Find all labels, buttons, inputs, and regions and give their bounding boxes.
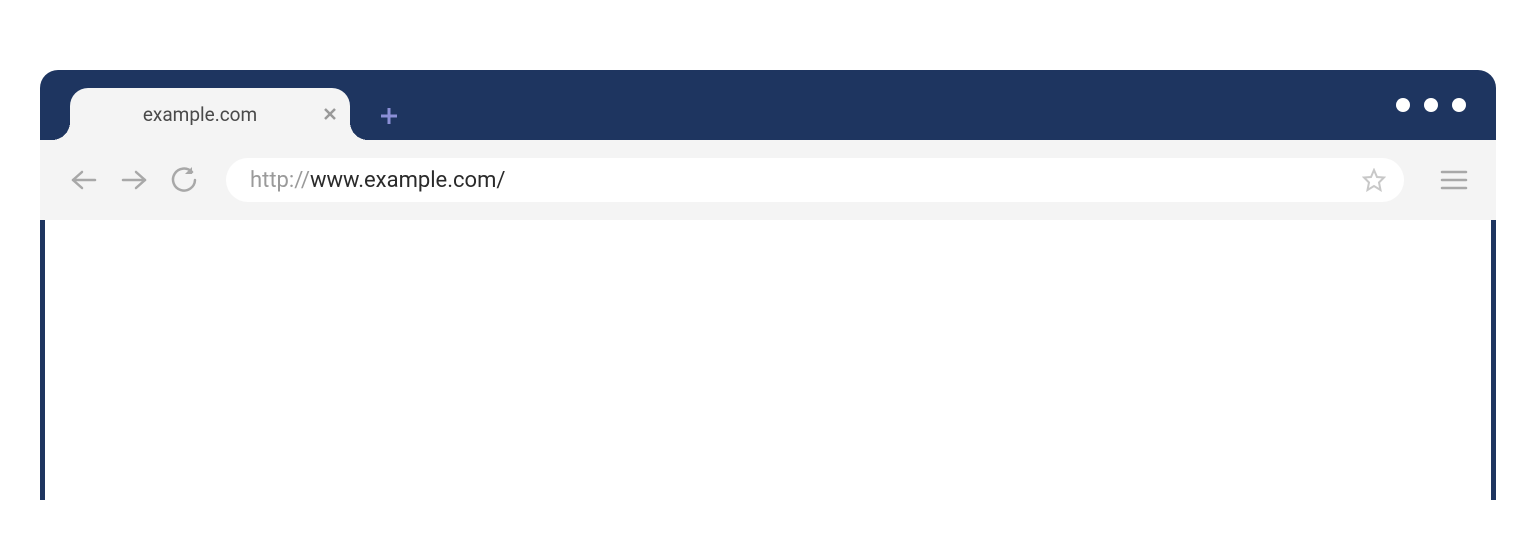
browser-window: example.com — [40, 70, 1496, 500]
window-close-button[interactable] — [1452, 98, 1466, 112]
star-icon — [1362, 168, 1386, 192]
new-tab-button[interactable] — [380, 107, 398, 125]
menu-button[interactable] — [1440, 169, 1468, 191]
reload-icon — [171, 167, 197, 193]
toolbar: http:// www.example.com/ — [40, 140, 1496, 220]
tab-title: example.com — [143, 103, 257, 126]
address-bar[interactable]: http:// www.example.com/ — [226, 158, 1404, 202]
reload-button[interactable] — [168, 164, 200, 196]
tab-strip: example.com — [40, 70, 1496, 140]
page-content — [40, 220, 1496, 500]
browser-tab[interactable]: example.com — [70, 88, 350, 140]
window-minimize-button[interactable] — [1396, 98, 1410, 112]
arrow-left-icon — [70, 169, 98, 191]
window-maximize-button[interactable] — [1424, 98, 1438, 112]
forward-button[interactable] — [118, 164, 150, 196]
bookmark-button[interactable] — [1362, 168, 1386, 192]
close-tab-button[interactable] — [324, 108, 336, 120]
url-text: www.example.com/ — [310, 168, 506, 193]
url-protocol: http:// — [250, 168, 310, 193]
arrow-right-icon — [120, 169, 148, 191]
plus-icon — [380, 107, 398, 125]
hamburger-icon — [1440, 169, 1468, 191]
close-icon — [324, 108, 336, 120]
back-button[interactable] — [68, 164, 100, 196]
window-controls — [1396, 98, 1466, 112]
